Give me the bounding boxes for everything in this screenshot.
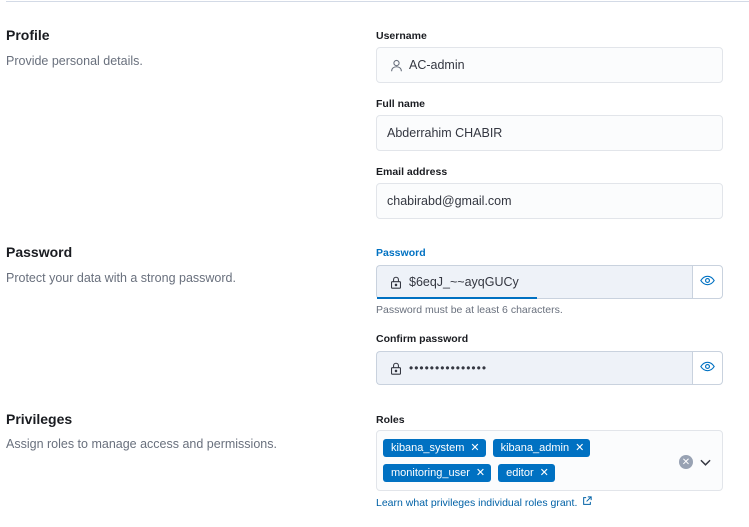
username-field[interactable]: AC-admin [376,47,723,83]
profile-title: Profile [6,27,50,43]
email-label: Email address [376,166,448,178]
roles-chip-list: kibana_system ✕ kibana_admin ✕ monitorin… [383,439,663,482]
password-description: Protect your data with a strong password… [6,271,236,285]
role-chip-label: kibana_system [391,442,465,454]
roles-combobox[interactable]: kibana_system ✕ kibana_admin ✕ monitorin… [376,430,723,491]
role-chip: editor ✕ [498,464,555,482]
username-label: Username [376,30,427,42]
password-input-group: $6eqJ_~~ayqGUCy [376,265,723,299]
role-chip: monitoring_user ✕ [383,464,492,482]
remove-role-icon[interactable]: ✕ [575,442,584,454]
confirm-password-input[interactable]: ••••••••••••••• [376,351,692,385]
role-chip-label: kibana_admin [500,442,570,454]
full-name-value: Abderrahim CHABIR [387,126,503,140]
confirm-password-input-group: ••••••••••••••• [376,351,723,385]
remove-role-icon[interactable]: ✕ [476,467,485,479]
lock-icon [385,276,407,289]
email-input[interactable]: chabirabd@gmail.com [376,183,723,219]
show-confirm-password-button[interactable] [692,351,723,385]
top-divider [6,1,749,2]
password-label: Password [376,247,426,259]
full-name-input[interactable]: Abderrahim CHABIR [376,115,723,151]
remove-role-icon[interactable]: ✕ [470,442,479,454]
role-chip: kibana_system ✕ [383,439,486,457]
confirm-password-value: ••••••••••••••• [409,361,488,375]
eye-icon [700,273,715,291]
password-title: Password [6,244,73,260]
remove-role-icon[interactable]: ✕ [540,467,549,479]
learn-privileges-link[interactable]: Learn what privileges individual roles g… [376,496,593,509]
password-value: $6eqJ_~~ayqGUCy [409,275,519,289]
username-value: AC-admin [409,58,465,72]
eye-icon [700,359,715,377]
confirm-password-label: Confirm password [376,333,469,345]
user-icon [385,59,407,72]
profile-description: Provide personal details. [6,54,143,68]
lock-icon [385,362,407,375]
role-chip-label: editor [506,467,534,479]
privileges-description: Assign roles to manage access and permis… [6,437,277,451]
clear-roles-icon[interactable]: ✕ [679,455,693,469]
role-chip: kibana_admin ✕ [492,439,591,457]
chevron-down-icon[interactable] [698,455,712,469]
password-input[interactable]: $6eqJ_~~ayqGUCy [376,265,692,299]
full-name-label: Full name [376,98,426,110]
show-password-button[interactable] [692,265,723,299]
privileges-title: Privileges [6,411,73,427]
email-value: chabirabd@gmail.com [387,194,512,208]
roles-label: Roles [376,414,405,426]
role-chip-label: monitoring_user [391,467,470,479]
learn-privileges-link-text: Learn what privileges individual roles g… [376,496,578,509]
external-link-icon [582,496,593,509]
password-help-text: Password must be at least 6 characters. [376,304,563,316]
